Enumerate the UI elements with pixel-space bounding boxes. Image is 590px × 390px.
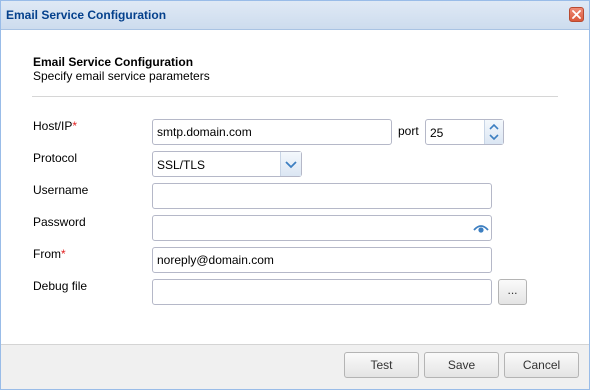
close-icon	[572, 10, 581, 19]
username-input[interactable]	[152, 183, 492, 209]
dialog-footer: Test Save Cancel	[1, 344, 589, 389]
protocol-value: SSL/TLS	[157, 158, 206, 172]
protocol-dropdown-trigger[interactable]	[280, 152, 301, 176]
divider	[32, 96, 558, 97]
email-service-dialog: Email Service Configuration Email Servic…	[0, 0, 590, 390]
debug-file-input[interactable]	[152, 279, 492, 305]
protocol-select[interactable]: SSL/TLS	[152, 151, 302, 177]
spinner-up-icon	[489, 123, 499, 130]
window-title: Email Service Configuration	[6, 8, 167, 22]
section-title: Email Service Configuration	[33, 55, 194, 69]
from-label: From*	[33, 247, 66, 261]
browse-button[interactable]: ...	[498, 279, 527, 305]
password-label: Password	[33, 215, 86, 229]
port-label: port	[398, 124, 419, 138]
chevron-down-icon	[285, 161, 297, 169]
close-button[interactable]	[569, 7, 584, 22]
titlebar: Email Service Configuration	[1, 1, 589, 30]
host-label-text: Host/IP	[33, 119, 73, 133]
host-input[interactable]	[152, 119, 392, 145]
protocol-label: Protocol	[33, 151, 78, 165]
port-value: 25	[430, 126, 444, 140]
username-label: Username	[33, 183, 89, 197]
required-marker: *	[61, 247, 66, 261]
host-label: Host/IP*	[33, 119, 77, 133]
port-spinner-trigger[interactable]	[484, 120, 503, 144]
debug-file-label: Debug file	[33, 279, 88, 293]
eye-icon[interactable]	[473, 221, 489, 235]
spinner-arrows-icon	[489, 123, 499, 141]
spinner-down-icon	[489, 134, 499, 141]
test-button[interactable]: Test	[344, 352, 419, 378]
section-description: Specify email service parameters	[33, 69, 210, 83]
from-input[interactable]	[152, 247, 492, 273]
port-spinner[interactable]: 25	[425, 119, 504, 145]
required-marker: *	[72, 119, 78, 133]
password-input[interactable]	[152, 215, 492, 241]
from-label-text: From	[33, 247, 61, 261]
save-button[interactable]: Save	[424, 352, 499, 378]
cancel-button[interactable]: Cancel	[504, 352, 579, 378]
